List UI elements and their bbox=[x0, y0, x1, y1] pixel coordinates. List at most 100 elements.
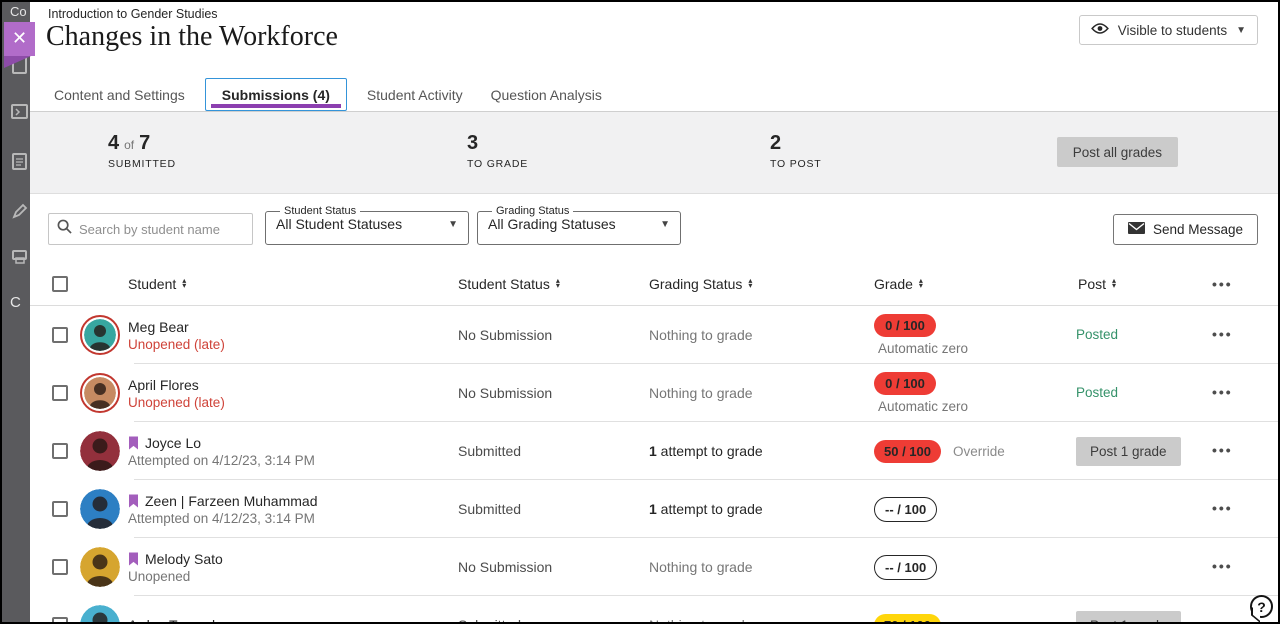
column-header-grade[interactable]: Grade ▴▾ bbox=[840, 276, 1042, 292]
posted-label[interactable]: Posted bbox=[1076, 385, 1118, 400]
grade-pill[interactable]: 0 / 100 bbox=[874, 372, 936, 395]
send-message-button[interactable]: Send Message bbox=[1113, 214, 1258, 245]
avatar bbox=[80, 547, 120, 587]
search-input[interactable] bbox=[79, 222, 244, 237]
grading-status: 1 attempt to grade bbox=[649, 501, 840, 517]
table-row: Meg Bear Unopened (late) No Submission N… bbox=[30, 306, 1278, 364]
table-row: Joyce Lo Attempted on 4/12/23, 3:14 PM S… bbox=[30, 422, 1278, 480]
code-icon[interactable] bbox=[11, 104, 29, 125]
row-checkbox[interactable] bbox=[52, 443, 68, 459]
row-checkbox[interactable] bbox=[52, 617, 68, 622]
grade-pill[interactable]: -- / 100 bbox=[874, 497, 937, 522]
sort-icon: ▴▾ bbox=[748, 279, 752, 288]
post-grade-button[interactable]: Post 1 grade bbox=[1076, 611, 1181, 623]
row-overflow-menu[interactable]: ••• bbox=[1212, 500, 1233, 516]
stat-submitted: 4 of 7 SUBMITTED bbox=[108, 132, 176, 170]
avatar-photo bbox=[80, 605, 120, 622]
grade-pill[interactable]: 70 / 100 bbox=[874, 614, 941, 623]
chevron-down-icon: ▼ bbox=[660, 219, 670, 230]
post-all-grades-button[interactable]: Post all grades bbox=[1057, 137, 1178, 167]
row-checkbox[interactable] bbox=[52, 501, 68, 517]
student-status: No Submission bbox=[458, 559, 649, 575]
select-all-checkbox[interactable] bbox=[52, 276, 68, 292]
column-header-student-status[interactable]: Student Status ▴▾ bbox=[458, 276, 649, 292]
table-row: Melody Sato Unopened No Submission Nothi… bbox=[30, 538, 1278, 596]
student-substatus: Attempted on 4/12/23, 3:14 PM bbox=[128, 511, 458, 526]
student-name[interactable]: Joyce Lo bbox=[145, 435, 201, 451]
row-overflow-menu[interactable]: ••• bbox=[1212, 558, 1233, 574]
override-label: Override bbox=[953, 444, 1005, 459]
tab-submissions[interactable]: Submissions (4) bbox=[205, 78, 347, 111]
row-overflow-menu[interactable]: ••• bbox=[1212, 326, 1233, 342]
table-row: April Flores Unopened (late) No Submissi… bbox=[30, 364, 1278, 422]
student-status: Submitted bbox=[458, 501, 649, 517]
row-checkbox[interactable] bbox=[52, 559, 68, 575]
column-header-grading-status[interactable]: Grading Status ▴▾ bbox=[649, 276, 840, 292]
grading-status: Nothing to grade bbox=[649, 327, 840, 343]
stat-to-grade: 3 TO GRADE bbox=[467, 132, 528, 170]
grading-status: Nothing to grade bbox=[649, 559, 840, 575]
page-title: Changes in the Workforce bbox=[46, 21, 338, 53]
table-row: Zeen | Farzeen Muhammad Attempted on 4/1… bbox=[30, 480, 1278, 538]
table-rows: Meg Bear Unopened (late) No Submission N… bbox=[30, 306, 1278, 622]
sidebar-bottom-text: C bbox=[10, 294, 21, 311]
student-substatus: Unopened (late) bbox=[128, 395, 458, 410]
tab-student-activity[interactable]: Student Activity bbox=[359, 78, 471, 111]
chevron-down-icon: ▼ bbox=[1236, 25, 1246, 36]
student-name[interactable]: Meg Bear bbox=[128, 319, 189, 335]
active-tab-underline bbox=[211, 104, 341, 108]
table-header: Student ▴▾ Student Status ▴▾ Grading Sta… bbox=[30, 262, 1278, 306]
avatar-photo bbox=[80, 489, 120, 529]
student-substatus: Unopened bbox=[128, 569, 458, 584]
printer-icon[interactable] bbox=[11, 246, 29, 269]
avatar bbox=[80, 431, 120, 471]
flag-icon bbox=[128, 494, 139, 508]
avatar bbox=[80, 489, 120, 529]
column-header-post[interactable]: Post ▴▾ bbox=[1042, 276, 1206, 292]
visibility-dropdown[interactable]: Visible to students ▼ bbox=[1079, 15, 1258, 45]
student-status: Submitted bbox=[458, 443, 649, 459]
posted-label[interactable]: Posted bbox=[1076, 327, 1118, 342]
stats-bar: 4 of 7 SUBMITTED 3 TO GRADE 2 TO POST Po… bbox=[30, 112, 1278, 194]
sort-icon: ▴▾ bbox=[919, 279, 923, 288]
column-header-student[interactable]: Student ▴▾ bbox=[128, 276, 458, 292]
table-row: Arden Tuomala Submitted Nothing to grade… bbox=[30, 596, 1278, 622]
grade-note: Automatic zero bbox=[878, 399, 968, 414]
student-status-filter[interactable]: Student Status All Student Statuses ▼ bbox=[265, 205, 469, 245]
tab-question-analysis[interactable]: Question Analysis bbox=[483, 78, 610, 111]
help-icon[interactable]: ? bbox=[1250, 595, 1273, 618]
grade-pill[interactable]: 50 / 100 bbox=[874, 440, 941, 463]
student-substatus: Attempted on 4/12/23, 3:14 PM bbox=[128, 453, 458, 468]
grade-pill[interactable]: -- / 100 bbox=[874, 555, 937, 580]
row-overflow-menu[interactable]: ••• bbox=[1212, 442, 1233, 458]
avatar bbox=[80, 315, 120, 355]
student-status: Submitted bbox=[458, 617, 649, 622]
breadcrumb: Introduction to Gender Studies bbox=[48, 7, 218, 21]
row-overflow-menu[interactable]: ••• bbox=[1212, 616, 1233, 622]
grading-status-filter[interactable]: Grading Status All Grading Statuses ▼ bbox=[477, 205, 681, 245]
post-grade-button[interactable]: Post 1 grade bbox=[1076, 437, 1181, 466]
sort-icon: ▴▾ bbox=[556, 279, 560, 288]
grade-pill[interactable]: 0 / 100 bbox=[874, 314, 936, 337]
eye-icon bbox=[1091, 22, 1109, 38]
table-overflow-menu[interactable]: ••• bbox=[1212, 276, 1233, 292]
tab-content-and-settings[interactable]: Content and Settings bbox=[46, 78, 193, 111]
avatar-photo bbox=[80, 547, 120, 587]
envelope-icon bbox=[1128, 222, 1145, 237]
student-status: No Submission bbox=[458, 385, 649, 401]
row-checkbox[interactable] bbox=[52, 327, 68, 343]
student-name[interactable]: Melody Sato bbox=[145, 551, 223, 567]
student-name[interactable]: Arden Tuomala bbox=[128, 617, 223, 622]
student-name[interactable]: April Flores bbox=[128, 377, 199, 393]
sidebar-top-text: Co bbox=[10, 4, 27, 19]
student-name[interactable]: Zeen | Farzeen Muhammad bbox=[145, 493, 318, 509]
close-panel-button[interactable]: ✕ bbox=[4, 22, 35, 56]
clipboard-icon[interactable] bbox=[11, 152, 29, 175]
avatar-photo bbox=[84, 319, 116, 351]
row-overflow-menu[interactable]: ••• bbox=[1212, 384, 1233, 400]
row-checkbox[interactable] bbox=[52, 385, 68, 401]
grading-status: 1 attempt to grade bbox=[649, 443, 840, 459]
pencil-icon[interactable] bbox=[11, 202, 29, 225]
avatar bbox=[80, 373, 120, 413]
search-icon bbox=[57, 219, 72, 239]
